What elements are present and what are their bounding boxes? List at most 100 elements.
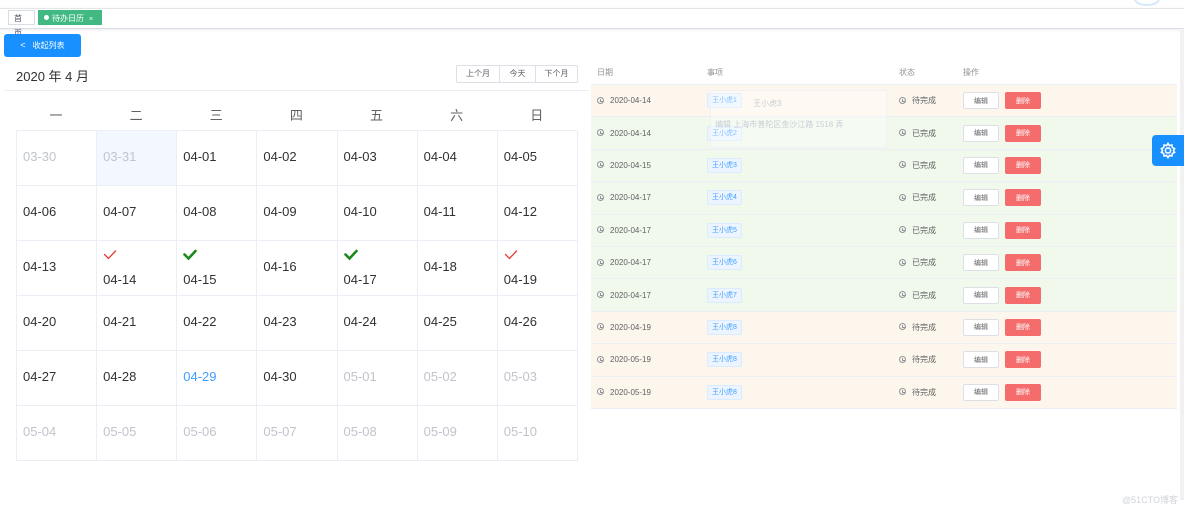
calendar-day[interactable]: 04-14	[97, 241, 178, 296]
calendar-day[interactable]: 04-16	[257, 241, 338, 296]
table-row[interactable]: 2020-04-19 王小虎8 待完成 编辑 删除	[591, 311, 1177, 345]
scrollbar[interactable]	[1180, 30, 1184, 500]
table-row[interactable]: 2020-04-17 王小虎6 已完成 编辑 删除	[591, 246, 1177, 280]
row-status: 已完成	[912, 160, 936, 170]
calendar-day[interactable]: 04-03	[337, 131, 418, 186]
table-row[interactable]: 2020-04-17 王小虎4 已完成 编辑 删除	[591, 182, 1177, 215]
edit-button[interactable]: 编辑	[963, 124, 999, 142]
table-row[interactable]: 2020-04-17 王小虎7 已完成 编辑 删除	[591, 279, 1177, 312]
calendar-day[interactable]: 04-15	[177, 241, 258, 296]
delete-button[interactable]: 删除	[1005, 318, 1041, 336]
calendar-day[interactable]: 04-07	[97, 186, 178, 241]
calendar-day[interactable]: 04-25	[417, 296, 498, 351]
calendar-day[interactable]: 04-29	[177, 351, 258, 406]
calendar-day[interactable]: 04-13	[17, 241, 98, 296]
row-status: 待完成	[912, 387, 936, 397]
name-tag[interactable]: 王小虎8	[707, 384, 742, 400]
tab-home[interactable]: 首页	[8, 10, 35, 38]
table-row[interactable]: 2020-05-19 王小虎8 待完成 编辑 删除	[591, 344, 1177, 377]
row-status: 已完成	[912, 225, 936, 235]
delete-button[interactable]: 删除	[1005, 221, 1041, 239]
name-tag[interactable]: 王小虎3	[707, 157, 742, 173]
calendar-day[interactable]: 05-04	[17, 406, 98, 461]
delete-button[interactable]: 删除	[1005, 124, 1041, 142]
collapse-list-button[interactable]: < 收起列表	[4, 34, 81, 57]
prev-month-button[interactable]: 上个月	[456, 65, 500, 83]
delete-button[interactable]: 删除	[1005, 351, 1041, 369]
edit-button[interactable]: 编辑	[963, 286, 999, 304]
clock-icon	[899, 290, 906, 298]
calendar-day[interactable]: 04-23	[257, 296, 338, 351]
edit-button[interactable]: 编辑	[963, 221, 999, 239]
calendar-day[interactable]: 04-17	[337, 241, 418, 296]
edit-button[interactable]: 编辑	[963, 254, 999, 272]
calendar-day[interactable]: 04-09	[257, 186, 338, 241]
calendar-day[interactable]: 03-30	[17, 131, 98, 186]
calendar-day[interactable]: 05-10	[497, 406, 578, 461]
calendar-day[interactable]: 05-05	[97, 406, 178, 461]
calendar-day[interactable]: 05-08	[337, 406, 418, 461]
calendar-nav: 上个月 今天 下个月	[456, 65, 578, 83]
table-row[interactable]: 2020-04-15 王小虎3 已完成 编辑 删除	[591, 149, 1177, 183]
calendar-day[interactable]: 04-05	[497, 131, 578, 186]
name-tag[interactable]: 王小虎6	[707, 255, 742, 271]
calendar-day[interactable]: 04-30	[257, 351, 338, 406]
calendar-day[interactable]: 04-27	[17, 351, 98, 406]
calendar-day[interactable]: 04-24	[337, 296, 418, 351]
row-status-cell: 待完成	[899, 95, 963, 106]
calendar-day[interactable]: 04-12	[497, 186, 578, 241]
calendar-day[interactable]: 04-28	[97, 351, 178, 406]
calendar-day[interactable]: 04-10	[337, 186, 418, 241]
edit-button[interactable]: 编辑	[963, 318, 999, 336]
calendar-day[interactable]: 04-21	[97, 296, 178, 351]
calendar-day[interactable]: 04-06	[17, 186, 98, 241]
edit-button[interactable]: 编辑	[963, 189, 999, 207]
calendar-day[interactable]: 04-26	[497, 296, 578, 351]
calendar-day[interactable]: 04-08	[177, 186, 258, 241]
calendar-day[interactable]: 05-01	[337, 351, 418, 406]
calendar-day[interactable]: 05-03	[497, 351, 578, 406]
today-button[interactable]: 今天	[500, 65, 536, 83]
calendar-day[interactable]: 04-02	[257, 131, 338, 186]
delete-button[interactable]: 删除	[1005, 383, 1041, 401]
name-tag[interactable]: 王小虎5	[707, 222, 742, 238]
calendar-day[interactable]: 05-07	[257, 406, 338, 461]
next-month-button[interactable]: 下个月	[536, 65, 578, 83]
calendar-day[interactable]: 03-31	[97, 131, 178, 186]
name-tag[interactable]: 王小虎8	[707, 319, 742, 335]
delete-button[interactable]: 删除	[1005, 286, 1041, 304]
name-tag[interactable]: 王小虎7	[707, 287, 742, 303]
clock-icon	[899, 193, 906, 201]
delete-button[interactable]: 删除	[1005, 156, 1041, 174]
edit-button[interactable]: 编辑	[963, 383, 999, 401]
calendar-day[interactable]: 04-04	[417, 131, 498, 186]
settings-button[interactable]	[1152, 135, 1184, 166]
calendar-day[interactable]: 04-01	[177, 131, 258, 186]
tab-todo-calendar[interactable]: 待办日历 ×	[38, 10, 102, 25]
edit-button[interactable]: 编辑	[963, 92, 999, 110]
gear-icon	[1160, 142, 1176, 159]
table-row[interactable]: 2020-04-17 王小虎5 已完成 编辑 删除	[591, 214, 1177, 247]
delete-button[interactable]: 删除	[1005, 254, 1041, 272]
calendar-day[interactable]: 04-22	[177, 296, 258, 351]
calendar-day[interactable]: 05-06	[177, 406, 258, 461]
delete-button[interactable]: 删除	[1005, 92, 1041, 110]
calendar-day[interactable]: 05-02	[417, 351, 498, 406]
name-tag[interactable]: 王小虎8	[707, 352, 742, 368]
close-icon[interactable]: ×	[89, 16, 93, 23]
tooltip-address: 编辑 上海市普陀区金沙江路 1518 弄	[715, 120, 844, 129]
collapse-list-label: 收起列表	[32, 41, 65, 50]
clock-icon	[597, 388, 604, 396]
name-tag[interactable]: 王小虎4	[707, 190, 742, 206]
calendar-day[interactable]: 05-09	[417, 406, 498, 461]
row-date: 2020-04-17	[610, 193, 651, 203]
edit-button[interactable]: 编辑	[963, 156, 999, 174]
calendar-day[interactable]: 04-18	[417, 241, 498, 296]
calendar-day[interactable]: 04-19	[497, 241, 578, 296]
delete-button[interactable]: 删除	[1005, 189, 1041, 207]
day-label: 04-02	[263, 149, 297, 164]
calendar-day[interactable]: 04-11	[417, 186, 498, 241]
table-row[interactable]: 2020-05-19 王小虎8 待完成 编辑 删除	[591, 376, 1177, 409]
edit-button[interactable]: 编辑	[963, 351, 999, 369]
calendar-day[interactable]: 04-20	[17, 296, 98, 351]
